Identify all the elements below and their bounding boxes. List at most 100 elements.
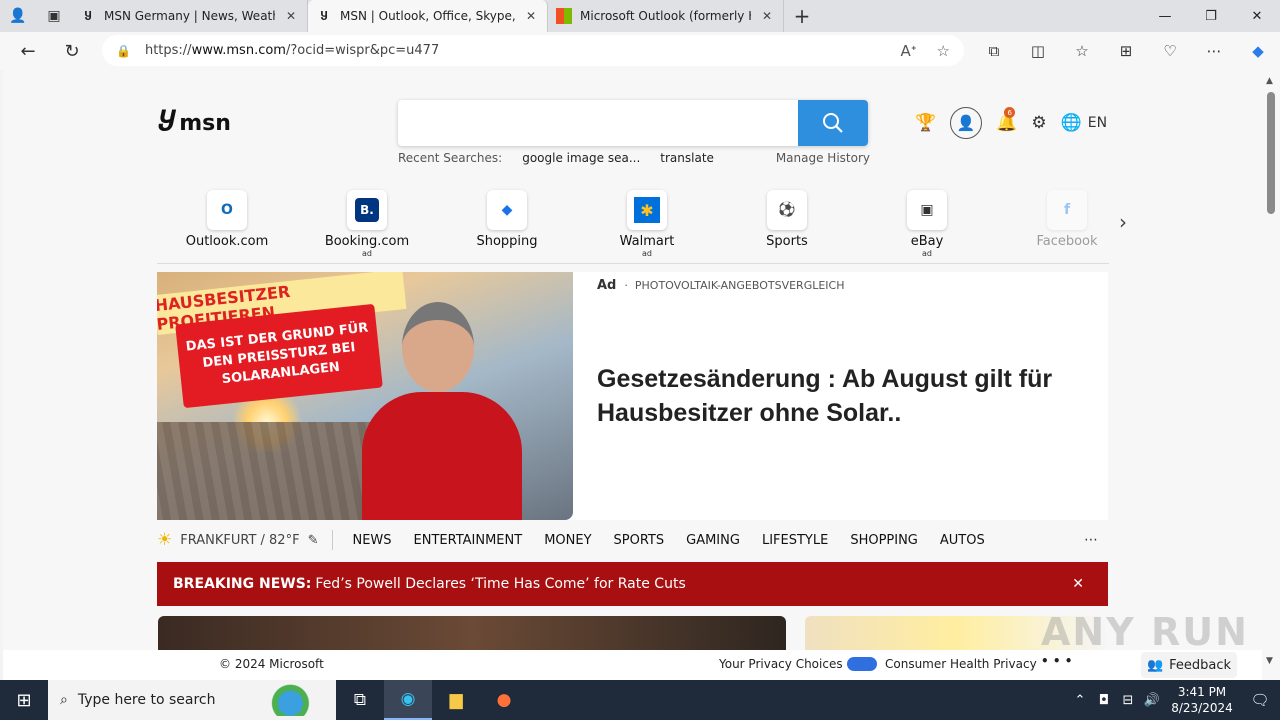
scroll-up-icon[interactable]: ▲ (1266, 76, 1273, 86)
privacy-choices-link[interactable]: Your Privacy Choices (719, 657, 877, 671)
volume-icon[interactable]: 🔊 (1140, 693, 1164, 708)
copilot-icon[interactable]: ◆ (1236, 42, 1280, 60)
manage-history-link[interactable]: Manage History (776, 151, 870, 165)
copyright-text: © 2024 Microsoft (219, 657, 324, 671)
msn-logo[interactable]: Ⴘ msn (157, 108, 231, 138)
extensions-icon[interactable]: ⧉ (972, 42, 1016, 60)
search-icon: ⌕ (60, 692, 68, 708)
notification-center-icon[interactable]: 🗨 (1240, 691, 1280, 709)
nav-gaming[interactable]: GAMING (686, 533, 740, 548)
quick-link-ebay[interactable]: ▣ eBay ad (857, 190, 997, 258)
ad-source-line: Ad · PHOTOVOLTAIK-ANGEBOTSVERGLEICH (597, 278, 845, 293)
taskbar-search[interactable]: ⌕ Type here to search (48, 680, 336, 720)
network-icon[interactable]: ⊟ (1116, 693, 1140, 708)
booking-icon: B. (347, 190, 387, 230)
settings-gear-icon[interactable]: ⚙ (1031, 113, 1046, 133)
nav-autos[interactable]: AUTOS (940, 533, 985, 548)
quick-link-sports[interactable]: ⚽ Sports (717, 190, 857, 249)
close-tab-icon[interactable]: ✕ (523, 9, 539, 23)
quick-link-walmart[interactable]: ✱ Walmart ad (577, 190, 717, 258)
consumer-health-link[interactable]: Consumer Health Privacy (885, 657, 1037, 671)
file-explorer-icon[interactable]: ▆ (432, 680, 480, 720)
clock[interactable]: 3:41 PM 8/23/2024 (1164, 684, 1240, 716)
hero-ad-card[interactable]: HAUSBESITZER PROFITIEREN DAS IST DER GRU… (157, 272, 1108, 520)
restore-icon[interactable]: ❐ (1188, 0, 1234, 32)
nav-lifestyle[interactable]: LIFESTYLE (762, 533, 828, 548)
close-tab-icon[interactable]: ✕ (283, 9, 299, 23)
quick-links: O Outlook.com B. Booking.com ad ◆ Shoppi… (157, 190, 1109, 264)
microsoft-favicon (556, 8, 572, 24)
read-aloud-icon[interactable]: Aᐩ (900, 42, 916, 60)
language-globe-icon[interactable]: 🌐 (1061, 113, 1082, 133)
weather-widget[interactable]: ☀ FRANKFURT / 82°F ✎ (157, 530, 334, 550)
msn-page: Ⴘ msn Recent Searches: google image sea.… (3, 70, 1262, 680)
edit-pencil-icon[interactable]: ✎ (308, 533, 319, 548)
nav-money[interactable]: MONEY (544, 533, 591, 548)
quick-link-shopping[interactable]: ◆ Shopping (437, 190, 577, 249)
woman-figure (357, 292, 522, 520)
url-field[interactable]: 🔒 https://www.msn.com/?ocid=wispr&pc=u47… (102, 35, 964, 66)
breaking-news-bar[interactable]: BREAKING NEWS: Fed’s Powell Declares ‘Ti… (157, 562, 1108, 606)
more-nav-icon[interactable]: ⋯ (1084, 532, 1098, 548)
nav-shopping[interactable]: SHOPPING (850, 533, 918, 548)
tab-msn-germany[interactable]: Ⴘ MSN Germany | News, Weather, ✕ (72, 0, 308, 32)
edge-browser-icon[interactable]: ◉ (384, 680, 432, 720)
browser-essentials-icon[interactable]: ♡ (1148, 42, 1192, 60)
page-scrollbar[interactable]: ▲ ▼ (1262, 70, 1280, 680)
security-icon[interactable]: ◘ (1092, 693, 1116, 708)
close-tab-icon[interactable]: ✕ (759, 9, 775, 23)
quick-link-label: Shopping (476, 234, 538, 249)
rewards-trophy-icon[interactable]: 🏆 (915, 113, 936, 133)
privacy-toggle-icon (846, 657, 877, 671)
close-window-icon[interactable]: ✕ (1234, 0, 1280, 32)
logo-text: msn (179, 110, 231, 136)
favorite-star-icon[interactable]: ☆ (937, 42, 950, 60)
new-tab-button[interactable]: + (784, 4, 820, 28)
minimize-icon[interactable]: — (1142, 0, 1188, 32)
refresh-icon[interactable]: ↻ (50, 32, 94, 70)
feedback-button[interactable]: 👥 Feedback (1141, 652, 1237, 678)
notifications-bell-icon[interactable]: 🔔 6 (996, 107, 1017, 133)
chevron-up-icon[interactable]: ⌃ (1068, 693, 1092, 708)
scrollbar-thumb[interactable] (1267, 92, 1275, 214)
nav-sports[interactable]: SPORTS (614, 533, 665, 548)
recent-search-item[interactable]: translate (660, 151, 714, 165)
collections-icon[interactable]: ⊞ (1104, 42, 1148, 60)
windows-start-icon[interactable]: ⊞ (0, 680, 48, 720)
ad-label: ad (362, 249, 372, 258)
nav-entertainment[interactable]: ENTERTAINMENT (414, 533, 523, 548)
back-icon[interactable]: ← (6, 32, 50, 70)
firefox-icon[interactable]: ● (480, 680, 528, 720)
search-button[interactable] (798, 100, 868, 146)
category-nav: ☀ FRANKFURT / 82°F ✎ NEWS ENTERTAINMENT … (157, 525, 1108, 555)
close-icon[interactable]: ✕ (1072, 576, 1084, 592)
language-label[interactable]: EN (1088, 115, 1107, 131)
sun-icon: ☀ (157, 530, 173, 550)
quick-link-facebook[interactable]: f Facebook (997, 190, 1137, 249)
more-options-icon[interactable]: ⋯ (1192, 42, 1236, 60)
tab-microsoft-outlook[interactable]: Microsoft Outlook (formerly Hot ✕ (548, 0, 784, 32)
quick-link-outlook[interactable]: O Outlook.com (157, 190, 297, 249)
profile-icon[interactable]: 👤 (0, 0, 36, 32)
chevron-right-icon[interactable]: › (1119, 210, 1127, 234)
quick-link-label: Facebook (1036, 234, 1098, 249)
ad-badge: Ad (597, 278, 617, 293)
account-avatar-icon[interactable]: 👤 (950, 107, 983, 139)
quick-link-label: eBay (910, 234, 944, 249)
privacy-label: Your Privacy Choices (719, 657, 843, 671)
task-view-icon[interactable]: ⧉ (336, 680, 384, 720)
hero-headline[interactable]: Gesetzesänderung : Ab August gilt für Ha… (597, 362, 1087, 430)
tab-msn-outlook[interactable]: Ⴘ MSN | Outlook, Office, Skype, Bin ✕ (308, 0, 548, 32)
quick-link-label: Walmart (619, 234, 675, 249)
nav-news[interactable]: NEWS (352, 533, 391, 548)
shopping-tag-icon: ◆ (487, 190, 527, 230)
quick-link-booking[interactable]: B. Booking.com ad (297, 190, 437, 258)
hero-ad-image: HAUSBESITZER PROFITIEREN DAS IST DER GRU… (157, 272, 573, 520)
scroll-down-icon[interactable]: ▼ (1266, 656, 1273, 666)
split-screen-icon[interactable]: ◫ (1016, 42, 1060, 60)
recent-search-item[interactable]: google image sea... (522, 151, 640, 165)
tab-actions-icon[interactable]: ▣ (36, 0, 72, 32)
more-footer-icon[interactable]: • • • (1041, 654, 1072, 668)
favorites-icon[interactable]: ☆ (1060, 42, 1104, 60)
search-box[interactable] (398, 100, 868, 146)
